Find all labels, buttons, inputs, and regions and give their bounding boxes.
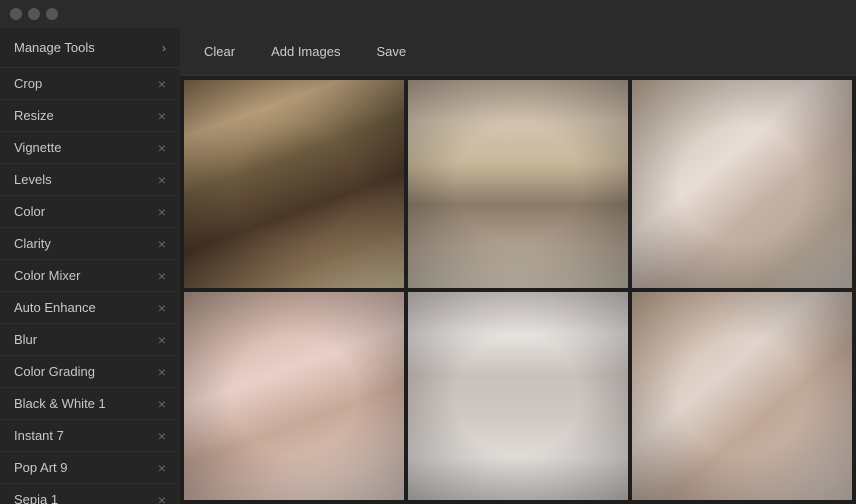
sidebar-item-label-pop-art-9: Pop Art 9 bbox=[14, 460, 67, 475]
sidebar-item-sepia-1[interactable]: Sepia 1 × bbox=[0, 484, 180, 504]
close-icon-clarity[interactable]: × bbox=[158, 237, 166, 251]
image-cell-5[interactable] bbox=[408, 292, 628, 500]
image-grid bbox=[180, 76, 856, 504]
sidebar-item-label-auto-enhance: Auto Enhance bbox=[14, 300, 96, 315]
sidebar-item-label-instant-7: Instant 7 bbox=[14, 428, 64, 443]
close-icon-color[interactable]: × bbox=[158, 205, 166, 219]
title-bar bbox=[0, 0, 856, 28]
sidebar-item-pop-art-9[interactable]: Pop Art 9 × bbox=[0, 452, 180, 484]
close-icon-resize[interactable]: × bbox=[158, 109, 166, 123]
sidebar-item-color-mixer[interactable]: Color Mixer × bbox=[0, 260, 180, 292]
sidebar-item-label-black-white-1: Black & White 1 bbox=[14, 396, 106, 411]
main-layout: Manage Tools › Crop×Resize×Vignette×Leve… bbox=[0, 28, 856, 504]
sidebar-item-auto-enhance[interactable]: Auto Enhance × bbox=[0, 292, 180, 324]
close-icon-instant-7[interactable]: × bbox=[158, 429, 166, 443]
image-cell-1[interactable] bbox=[184, 80, 404, 288]
minimize-button[interactable] bbox=[28, 8, 40, 20]
sidebar-item-color[interactable]: Color × bbox=[0, 196, 180, 228]
add-images-button[interactable]: Add Images bbox=[263, 40, 348, 63]
sidebar-item-instant-7[interactable]: Instant 7 × bbox=[0, 420, 180, 452]
sidebar-item-label-blur: Blur bbox=[14, 332, 37, 347]
image-cell-6[interactable] bbox=[632, 292, 852, 500]
manage-tools-label: Manage Tools bbox=[14, 40, 95, 55]
content-area: Clear Add Images Save bbox=[180, 28, 856, 504]
maximize-button[interactable] bbox=[46, 8, 58, 20]
close-icon-color-grading[interactable]: × bbox=[158, 365, 166, 379]
close-button[interactable] bbox=[10, 8, 22, 20]
close-icon-vignette[interactable]: × bbox=[158, 141, 166, 155]
close-icon-sepia-1[interactable]: × bbox=[158, 493, 166, 504]
sidebar-item-color-grading[interactable]: Color Grading × bbox=[0, 356, 180, 388]
sidebar-item-blur[interactable]: Blur × bbox=[0, 324, 180, 356]
sidebar-items-list: Crop×Resize×Vignette×Levels×Color×Clarit… bbox=[0, 68, 180, 504]
save-button[interactable]: Save bbox=[368, 40, 414, 63]
sidebar-item-clarity[interactable]: Clarity × bbox=[0, 228, 180, 260]
image-cell-4[interactable] bbox=[184, 292, 404, 500]
close-icon-pop-art-9[interactable]: × bbox=[158, 461, 166, 475]
close-icon-auto-enhance[interactable]: × bbox=[158, 301, 166, 315]
sidebar-item-resize[interactable]: Resize × bbox=[0, 100, 180, 132]
close-icon-levels[interactable]: × bbox=[158, 173, 166, 187]
sidebar-item-label-resize: Resize bbox=[14, 108, 54, 123]
toolbar: Clear Add Images Save bbox=[180, 28, 856, 76]
sidebar-item-label-color: Color bbox=[14, 204, 45, 219]
sidebar-item-label-sepia-1: Sepia 1 bbox=[14, 492, 58, 504]
sidebar: Manage Tools › Crop×Resize×Vignette×Leve… bbox=[0, 28, 180, 504]
sidebar-item-label-vignette: Vignette bbox=[14, 140, 61, 155]
sidebar-item-levels[interactable]: Levels × bbox=[0, 164, 180, 196]
sidebar-item-label-levels: Levels bbox=[14, 172, 52, 187]
sidebar-item-label-crop: Crop bbox=[14, 76, 42, 91]
close-icon-crop[interactable]: × bbox=[158, 77, 166, 91]
chevron-right-icon: › bbox=[162, 41, 166, 55]
image-cell-3[interactable] bbox=[632, 80, 852, 288]
sidebar-item-vignette[interactable]: Vignette × bbox=[0, 132, 180, 164]
image-cell-2[interactable] bbox=[408, 80, 628, 288]
sidebar-item-crop[interactable]: Crop × bbox=[0, 68, 180, 100]
close-icon-black-white-1[interactable]: × bbox=[158, 397, 166, 411]
close-icon-blur[interactable]: × bbox=[158, 333, 166, 347]
sidebar-item-label-clarity: Clarity bbox=[14, 236, 51, 251]
manage-tools-header[interactable]: Manage Tools › bbox=[0, 28, 180, 68]
sidebar-item-label-color-grading: Color Grading bbox=[14, 364, 95, 379]
clear-button[interactable]: Clear bbox=[196, 40, 243, 63]
traffic-lights bbox=[10, 8, 58, 20]
sidebar-item-black-white-1[interactable]: Black & White 1 × bbox=[0, 388, 180, 420]
sidebar-item-label-color-mixer: Color Mixer bbox=[14, 268, 80, 283]
close-icon-color-mixer[interactable]: × bbox=[158, 269, 166, 283]
